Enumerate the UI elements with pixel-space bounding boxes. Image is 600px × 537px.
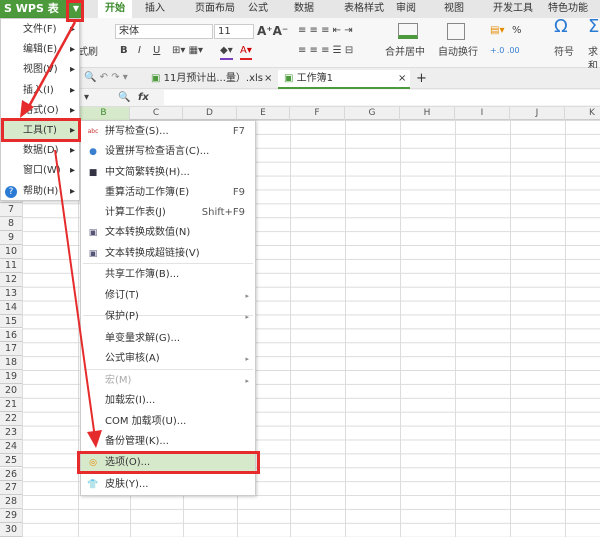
annotation-arrows xyxy=(20,21,102,448)
